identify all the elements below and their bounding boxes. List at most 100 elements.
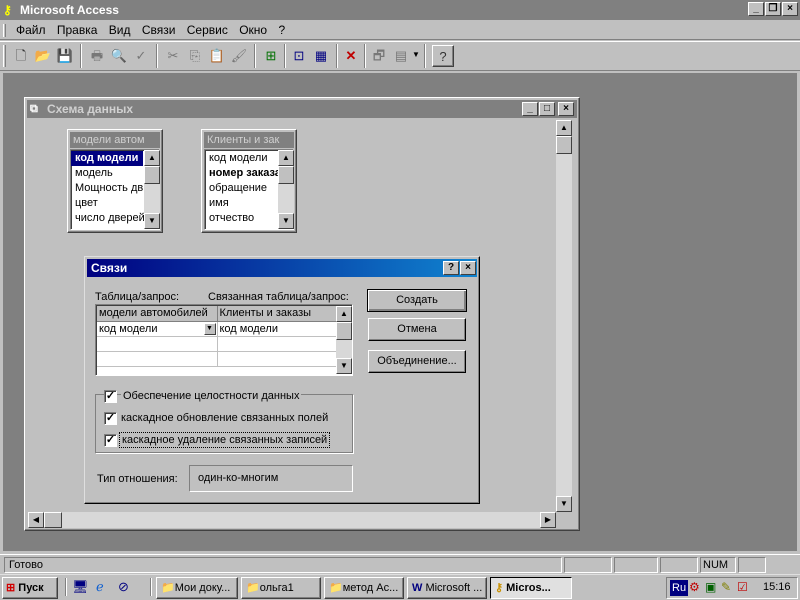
- schema-minimize-button[interactable]: _: [522, 102, 538, 116]
- menu-window[interactable]: Окно: [239, 23, 267, 37]
- table-box-models[interactable]: модели автом код модели модель Мощность …: [67, 129, 163, 233]
- scroll-thumb[interactable]: [144, 166, 160, 184]
- integrity-label[interactable]: Обеспечение целостности данных: [121, 390, 302, 402]
- schema-close-button[interactable]: ×: [558, 102, 574, 116]
- hscroll-left-icon[interactable]: ◀: [28, 512, 44, 528]
- field-item[interactable]: число дверей: [71, 211, 145, 226]
- grid-cell-field[interactable]: код модели ▼: [97, 321, 218, 337]
- menu-relations[interactable]: Связи: [142, 23, 176, 37]
- tray-icon[interactable]: ▣: [705, 580, 716, 594]
- taskbar-item[interactable]: 📁Мои доку...: [156, 577, 238, 599]
- grid-cell[interactable]: [97, 351, 218, 367]
- relation-type-label: Тип отношения:: [97, 473, 178, 485]
- grid-scroll-thumb[interactable]: [336, 322, 352, 340]
- language-indicator[interactable]: Ru: [670, 580, 689, 596]
- cut-icon[interactable]: ✂: [162, 45, 184, 67]
- grid-cell-related-field[interactable]: код модели: [217, 321, 337, 337]
- dialog-titlebar: Связи ? ×: [87, 259, 477, 277]
- hscroll-thumb[interactable]: [44, 512, 62, 528]
- save-icon[interactable]: 💾: [54, 45, 76, 67]
- minimize-button[interactable]: _: [748, 2, 764, 16]
- tray-icon[interactable]: ☑: [737, 580, 748, 594]
- table-box-clients[interactable]: Клиенты и зак код модели номер заказа об…: [201, 129, 297, 233]
- preview-icon[interactable]: 🔍: [108, 45, 130, 67]
- taskbar-item[interactable]: 📁метод Ac...: [324, 577, 404, 599]
- cascade-delete-label[interactable]: каскадное удаление связанных записей: [119, 432, 331, 448]
- format-painter-icon[interactable]: 🖌: [228, 45, 250, 67]
- windows-logo-icon: ⊞: [6, 582, 16, 594]
- grid-cell[interactable]: [217, 351, 337, 367]
- grid-cell[interactable]: [217, 336, 337, 352]
- vscroll-up-icon[interactable]: ▲: [556, 120, 572, 136]
- chevron-down-icon[interactable]: ▼: [203, 322, 216, 335]
- restore-button[interactable]: ❐: [765, 2, 781, 16]
- schema-hscrollbar[interactable]: [28, 512, 556, 528]
- cascade-update-label[interactable]: каскадное обновление связанных полей: [121, 412, 328, 424]
- tray-icon[interactable]: ⚙: [689, 580, 700, 594]
- scroll-down-icon[interactable]: ▼: [144, 213, 160, 229]
- scroll-up-icon[interactable]: ▲: [278, 150, 294, 166]
- cascade-delete-checkbox[interactable]: ✓: [104, 434, 117, 447]
- table-box-title[interactable]: модели автом: [70, 132, 160, 148]
- spelling-icon[interactable]: ✓: [130, 45, 152, 67]
- grid-scroll-down-icon[interactable]: ▼: [336, 358, 352, 374]
- show-desktop-icon[interactable]: 🖥: [72, 579, 89, 595]
- fields-grid: модели автомобилей Клиенты и заказы код …: [95, 304, 353, 376]
- grid-header-table: модели автомобилей: [97, 306, 218, 322]
- menu-view[interactable]: Вид: [109, 23, 131, 37]
- print-icon[interactable]: 🖶: [86, 45, 108, 67]
- database-window-icon[interactable]: 🗗: [368, 45, 390, 67]
- channels-icon[interactable]: ⊘: [118, 579, 129, 595]
- scroll-thumb[interactable]: [278, 166, 294, 184]
- close-button[interactable]: ×: [782, 2, 798, 16]
- menu-file[interactable]: Файл: [16, 23, 46, 37]
- start-button[interactable]: ⊞ Пуск: [2, 577, 58, 599]
- scroll-down-icon[interactable]: ▼: [278, 213, 294, 229]
- join-type-button[interactable]: Объединение...: [368, 350, 466, 373]
- scroll-up-icon[interactable]: ▲: [144, 150, 160, 166]
- hscroll-right-icon[interactable]: ▶: [540, 512, 556, 528]
- open-icon[interactable]: 📂: [32, 45, 54, 67]
- cancel-button[interactable]: Отмена: [368, 318, 466, 341]
- field-item[interactable]: Мощность дв: [71, 181, 145, 196]
- delete-icon[interactable]: ✕: [340, 45, 362, 67]
- num-indicator: NUM: [700, 557, 736, 573]
- status-panel: [738, 557, 766, 573]
- vscroll-down-icon[interactable]: ▼: [556, 496, 572, 512]
- vscroll-thumb[interactable]: [556, 136, 572, 154]
- dialog-help-button[interactable]: ?: [443, 261, 459, 275]
- grid-scroll-up-icon[interactable]: ▲: [336, 306, 352, 322]
- taskbar-item[interactable]: 📁ольга1: [241, 577, 321, 599]
- taskbar-item-active[interactable]: ⚷ Micros...: [490, 577, 572, 599]
- tray-icon[interactable]: ✎: [721, 580, 731, 594]
- status-bar: Готово NUM: [0, 554, 800, 574]
- new-icon[interactable]: 🗋: [10, 45, 32, 67]
- folder-icon: 📁: [329, 582, 343, 594]
- paste-icon[interactable]: 📋: [206, 45, 228, 67]
- label-table: Таблица/запрос:: [95, 291, 180, 303]
- menu-edit[interactable]: Правка: [57, 23, 98, 37]
- browser-icon[interactable]: ℯ: [96, 579, 104, 595]
- show-all-icon[interactable]: ▦: [310, 45, 332, 67]
- dialog-close-button[interactable]: ×: [460, 261, 476, 275]
- taskbar-item[interactable]: W Microsoft ...: [407, 577, 487, 599]
- field-item[interactable]: номер заказа: [205, 166, 279, 181]
- copy-icon[interactable]: ⎘: [184, 45, 206, 67]
- show-table-icon[interactable]: ⊞: [260, 45, 282, 67]
- new-object-icon[interactable]: ▤: [390, 45, 412, 67]
- help-icon[interactable]: ?: [432, 45, 454, 67]
- field-item[interactable]: код модели: [71, 151, 143, 166]
- key-icon: ⚷: [3, 3, 12, 17]
- integrity-checkbox[interactable]: ✓: [104, 390, 117, 403]
- create-button[interactable]: Создать: [367, 289, 467, 312]
- menu-help[interactable]: ?: [278, 23, 285, 37]
- app-title: Microsoft Access: [20, 3, 119, 17]
- cascade-update-checkbox[interactable]: ✓: [104, 412, 117, 425]
- schema-maximize-button[interactable]: □: [539, 102, 555, 116]
- show-direct-icon[interactable]: ⊡: [288, 45, 310, 67]
- table-box-title[interactable]: Клиенты и зак: [204, 132, 294, 148]
- grid-cell[interactable]: [97, 336, 218, 352]
- chevron-down-icon[interactable]: ▼: [412, 50, 420, 59]
- schema-vscrollbar[interactable]: [556, 120, 572, 512]
- menu-tools[interactable]: Сервис: [187, 23, 228, 37]
